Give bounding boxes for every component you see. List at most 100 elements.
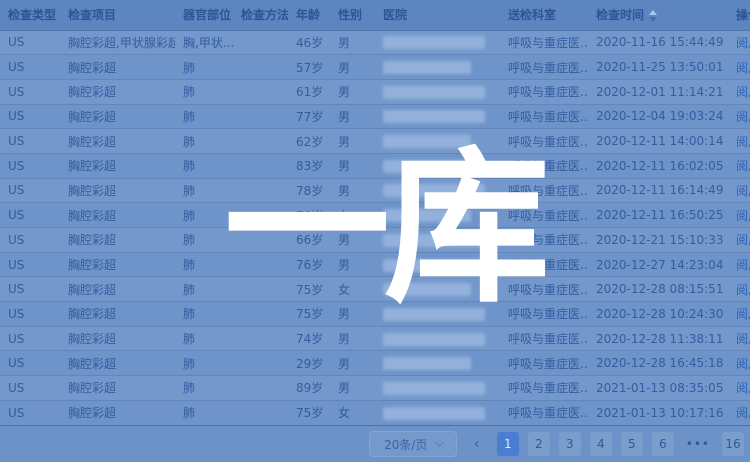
cell-dept: 呼吸与重症医...	[500, 129, 588, 154]
view-images-link[interactable]: 阅片	[736, 209, 750, 223]
cell-organ: 肺	[175, 153, 233, 178]
cell-hospital	[375, 376, 500, 401]
page-buttons: 123456 ••• 16	[497, 432, 744, 456]
page-size-select[interactable]: 20条/页	[369, 431, 457, 457]
table-row: US胸腔彩超肺75岁男呼吸与重症医...2020-12-28 10:24:30阅…	[0, 302, 750, 327]
cell-hospital	[375, 252, 500, 277]
cell-item: 胸腔彩超	[60, 252, 175, 277]
cell-method	[233, 104, 288, 129]
view-images-link[interactable]: 阅片	[736, 258, 750, 272]
page-button-16[interactable]: 16	[722, 432, 744, 456]
column-header-dept: 送检科室	[500, 0, 588, 30]
redacted-hospital-block	[383, 259, 485, 272]
cell-method	[233, 203, 288, 228]
cell-dept: 呼吸与重症医...	[500, 203, 588, 228]
view-images-link[interactable]: 阅片	[736, 307, 750, 321]
cell-action: 阅片	[728, 129, 750, 154]
page-button-2[interactable]: 2	[528, 432, 550, 456]
cell-item: 胸腔彩超	[60, 400, 175, 425]
cell-dept: 呼吸与重症医...	[500, 376, 588, 401]
view-images-link[interactable]: 阅片	[736, 110, 750, 124]
column-header-label: 操作	[736, 8, 750, 22]
cell-dept: 呼吸与重症医...	[500, 277, 588, 302]
cell-type: US	[0, 326, 60, 351]
cell-gender: 男	[330, 302, 375, 327]
cell-hospital	[375, 351, 500, 376]
table-row: US胸腔彩超肺78岁男呼吸与重症医...2020-12-11 16:14:49阅…	[0, 178, 750, 203]
cell-dept: 呼吸与重症医...	[500, 351, 588, 376]
cell-method	[233, 351, 288, 376]
cell-item: 胸腔彩超	[60, 203, 175, 228]
column-header-hospital: 医院	[375, 0, 500, 30]
cell-dept: 呼吸与重症医...	[500, 30, 588, 55]
redacted-hospital-block	[383, 357, 471, 370]
cell-time: 2020-12-28 16:45:18	[588, 351, 728, 376]
column-header-method: 检查方法	[233, 0, 288, 30]
page-button-5[interactable]: 5	[621, 432, 643, 456]
view-images-link[interactable]: 阅片	[736, 233, 750, 247]
prev-page-button[interactable]: ‹	[466, 432, 488, 456]
column-header-time[interactable]: 检查时间	[588, 0, 728, 30]
cell-action: 阅片	[728, 153, 750, 178]
cell-action: 阅片	[728, 302, 750, 327]
cell-gender: 男	[330, 228, 375, 253]
view-images-link[interactable]: 阅片	[736, 283, 750, 297]
column-header-label: 检查方法	[241, 8, 288, 22]
cell-organ: 肺	[175, 252, 233, 277]
cell-age: 46岁	[288, 30, 330, 55]
table-row: US胸腔彩超肺89岁男呼吸与重症医...2021-01-13 08:35:05阅…	[0, 376, 750, 401]
exam-table: 检查类型检查项目器官部位检查方法年龄性别医院送检科室检查时间操作 US胸腔彩超,…	[0, 0, 750, 426]
column-header-type: 检查类型	[0, 0, 60, 30]
view-images-link[interactable]: 阅片	[736, 406, 750, 420]
view-images-link[interactable]: 阅片	[736, 184, 750, 198]
view-images-link[interactable]: 阅片	[736, 332, 750, 346]
view-images-link[interactable]: 阅片	[736, 381, 750, 395]
view-images-link[interactable]: 阅片	[736, 36, 750, 50]
table-row: US胸腔彩超,甲状腺彩超胸,甲状...46岁男呼吸与重症医...2020-11-…	[0, 30, 750, 55]
view-images-link[interactable]: 阅片	[736, 85, 750, 99]
page-button-1[interactable]: 1	[497, 432, 519, 456]
cell-hospital	[375, 228, 500, 253]
cell-method	[233, 79, 288, 104]
redacted-hospital-block	[383, 86, 485, 99]
cell-item: 胸腔彩超	[60, 376, 175, 401]
cell-organ: 肺	[175, 400, 233, 425]
view-images-link[interactable]: 阅片	[736, 357, 750, 371]
cell-dept: 呼吸与重症医...	[500, 252, 588, 277]
cell-organ: 肺	[175, 129, 233, 154]
cell-method	[233, 326, 288, 351]
sort-icon[interactable]	[649, 10, 657, 22]
cell-type: US	[0, 203, 60, 228]
cell-age: 76岁	[288, 252, 330, 277]
cell-gender: 男	[330, 104, 375, 129]
page-ellipsis-button[interactable]: •••	[683, 432, 713, 456]
cell-organ: 胸,甲状...	[175, 30, 233, 55]
cell-item: 胸腔彩超	[60, 129, 175, 154]
cell-gender: 女	[330, 400, 375, 425]
cell-organ: 肺	[175, 277, 233, 302]
table-row: US胸腔彩超肺76岁女呼吸与重症医...2020-12-11 16:50:25阅…	[0, 203, 750, 228]
cell-action: 阅片	[728, 30, 750, 55]
cell-action: 阅片	[728, 55, 750, 80]
view-images-link[interactable]: 阅片	[736, 135, 750, 149]
cell-age: 75岁	[288, 277, 330, 302]
cell-dept: 呼吸与重症医...	[500, 104, 588, 129]
cell-method	[233, 376, 288, 401]
cell-type: US	[0, 55, 60, 80]
cell-time: 2020-12-11 16:02:05	[588, 153, 728, 178]
view-images-link[interactable]: 阅片	[736, 61, 750, 75]
cell-method	[233, 30, 288, 55]
cell-hospital	[375, 30, 500, 55]
cell-item: 胸腔彩超	[60, 326, 175, 351]
cell-organ: 肺	[175, 203, 233, 228]
cell-organ: 肺	[175, 55, 233, 80]
cell-type: US	[0, 129, 60, 154]
view-images-link[interactable]: 阅片	[736, 159, 750, 173]
redacted-hospital-block	[383, 308, 485, 321]
cell-age: 76岁	[288, 203, 330, 228]
page-button-3[interactable]: 3	[559, 432, 581, 456]
table-row: US胸腔彩超肺66岁男呼吸与重症医...2020-12-21 15:10:33阅…	[0, 228, 750, 253]
page-button-6[interactable]: 6	[652, 432, 674, 456]
page-button-4[interactable]: 4	[590, 432, 612, 456]
cell-hospital	[375, 203, 500, 228]
